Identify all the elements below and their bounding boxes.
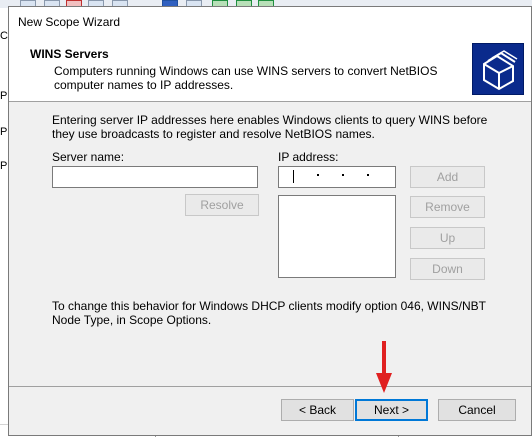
scope-options-note: To change this behavior for Windows DHCP…	[52, 299, 486, 327]
server-name-input[interactable]	[52, 166, 258, 188]
ip-address-label: IP address:	[278, 150, 339, 164]
page-subtitle: Computers running Windows can use WINS s…	[54, 64, 438, 92]
footer-separator	[9, 386, 531, 387]
new-scope-wizard-dialog: New Scope Wizard WINS Servers Computers …	[8, 6, 532, 436]
back-button[interactable]: < Back	[281, 399, 354, 421]
cancel-button[interactable]: Cancel	[438, 399, 516, 421]
wizard-header: WINS Servers Computers running Windows c…	[9, 37, 531, 102]
server-name-label: Server name:	[52, 150, 125, 164]
add-button[interactable]: Add	[410, 166, 485, 188]
ip-octet-separators	[279, 171, 395, 181]
title-bar[interactable]: New Scope Wizard	[9, 7, 531, 37]
up-button[interactable]: Up	[410, 227, 485, 249]
background-fragment: P	[0, 90, 8, 102]
folder-stack-icon	[472, 43, 524, 95]
wizard-body: Entering server IP addresses here enable…	[9, 102, 531, 435]
background-fragment: C	[0, 30, 8, 42]
resolve-button[interactable]: Resolve	[185, 194, 259, 216]
window-title: New Scope Wizard	[18, 15, 121, 29]
page-title: WINS Servers	[30, 47, 109, 61]
remove-button[interactable]: Remove	[410, 196, 485, 218]
down-button[interactable]: Down	[410, 258, 485, 280]
next-button[interactable]: Next >	[355, 399, 428, 421]
ip-address-input[interactable]	[278, 166, 396, 188]
background-fragment: P	[0, 126, 8, 138]
red-arrow-annotation	[376, 341, 392, 393]
background-fragment: P	[0, 160, 8, 172]
wins-server-list[interactable]	[278, 195, 396, 278]
description-text: Entering server IP addresses here enable…	[52, 113, 488, 141]
